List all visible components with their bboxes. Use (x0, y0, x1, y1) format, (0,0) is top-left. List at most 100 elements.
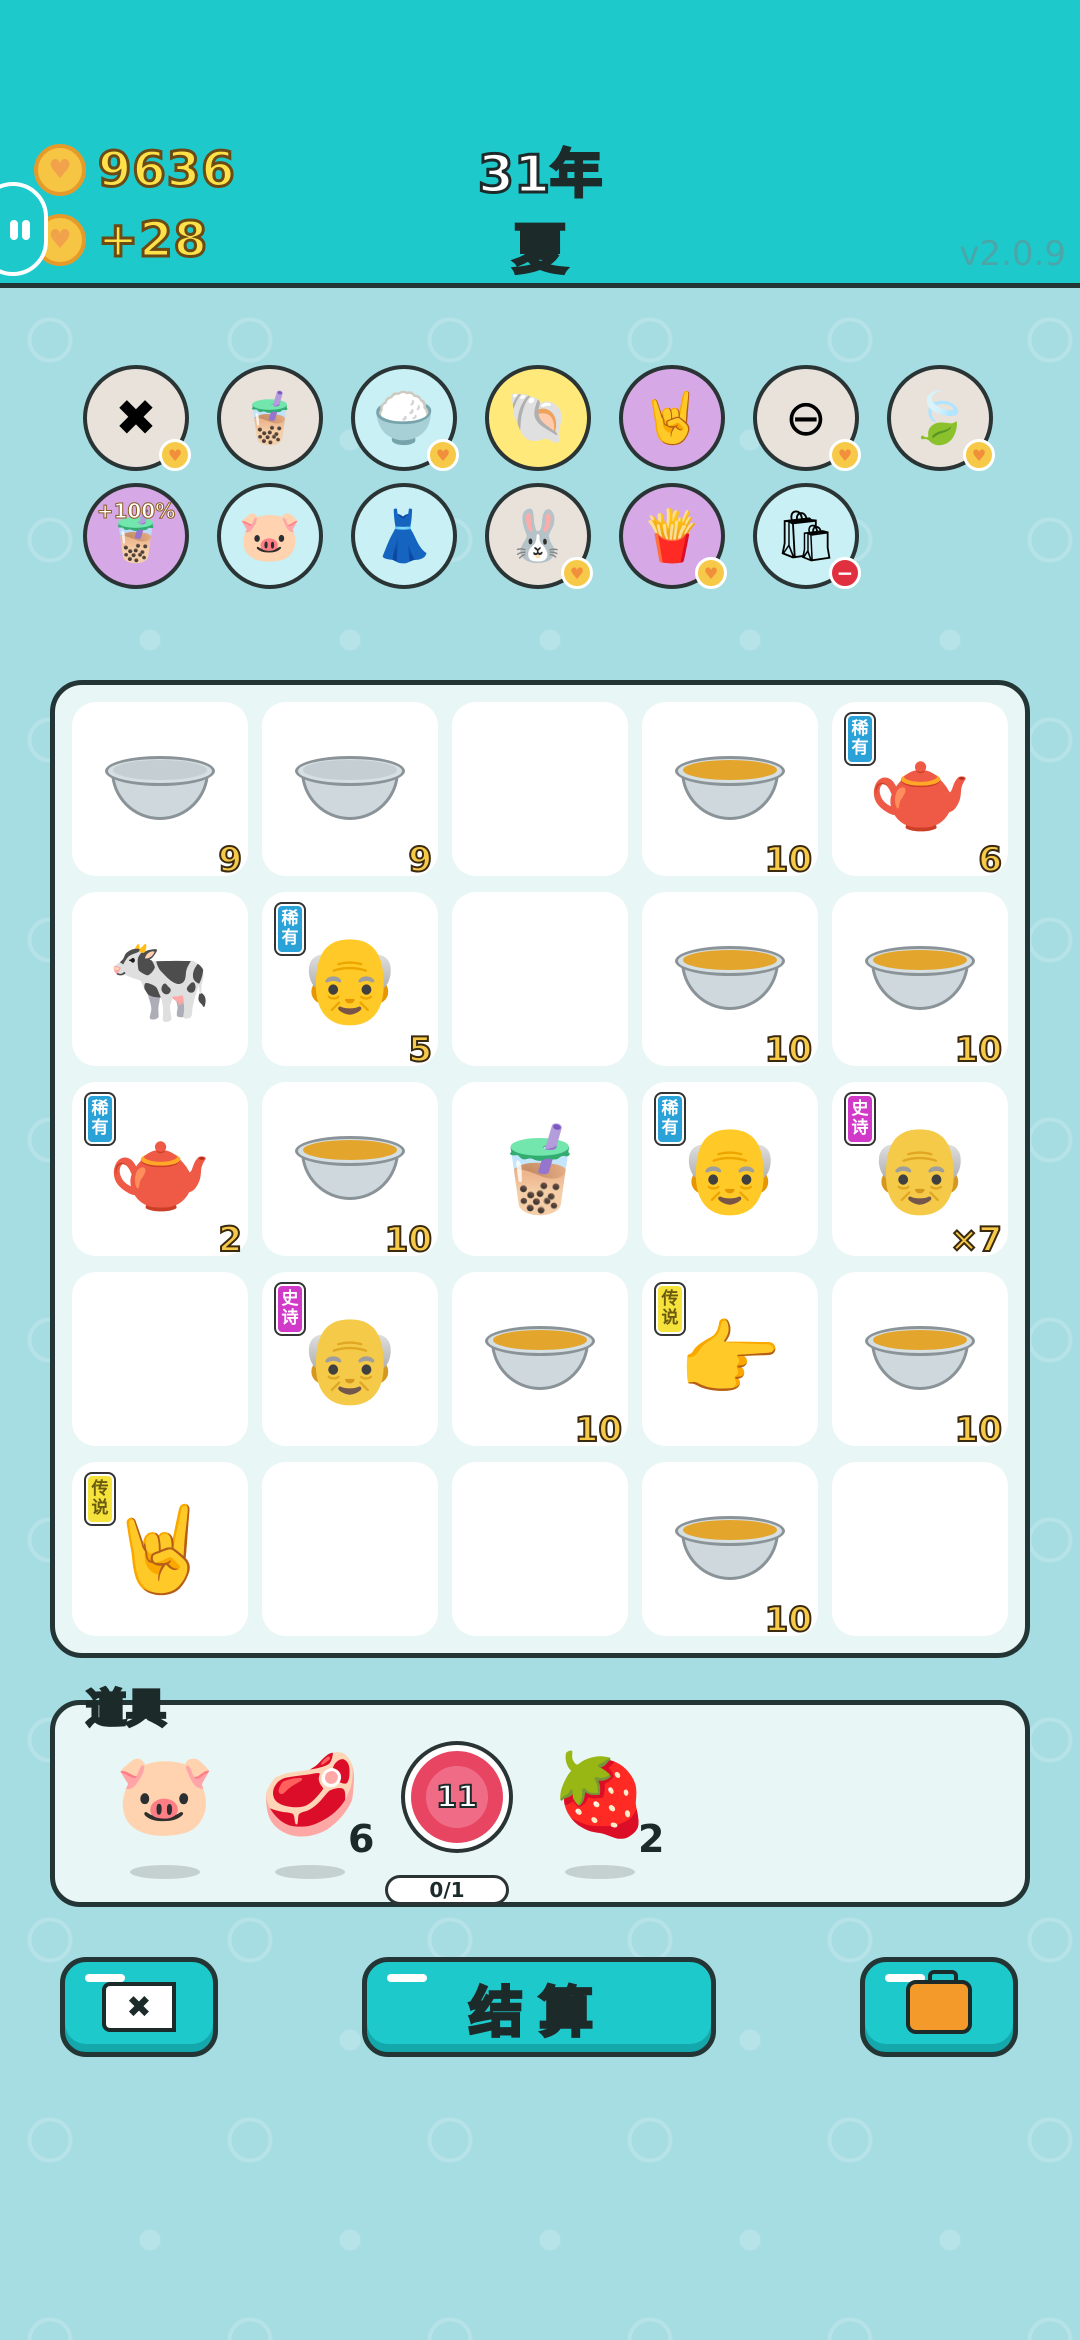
board-cell[interactable]: 10 (642, 702, 818, 881)
slot-board: 9 9 10 🫖 稀有 6 🐄 👴 稀有 5 10 10 🫖 稀有 2 10 🧋 👴 稀有 👴 史诗 ×7 👴 史诗 10 👉 传说… (50, 680, 1030, 1658)
board-cell[interactable]: 🫖 稀有 6 (832, 702, 1008, 881)
board-cell[interactable]: 🐄 (72, 892, 248, 1066)
leaf-icon-glyph: 🍃 (908, 389, 972, 447)
rock-hand-icon: 🤘 (107, 1500, 213, 1598)
liver-prop[interactable]: 🥩 6 (260, 1748, 374, 1879)
rice-bowl-icon[interactable]: 🍚 ♥ (351, 365, 459, 471)
empty-bowl-icon (295, 756, 405, 822)
delete-item-button[interactable]: ✖ (60, 1957, 218, 2057)
teapot-icon: 🫖 (107, 1120, 213, 1218)
soup-bowl-icon (675, 756, 785, 822)
item-count: ×7 (949, 1219, 1003, 1261)
soup-bowl-icon (485, 1326, 595, 1392)
board-cell[interactable]: 9 (262, 702, 438, 881)
trash-bag-icon[interactable]: 🛍 − (753, 483, 861, 589)
soup-bowl-icon (295, 1136, 405, 1202)
rarity-tag: 传说 (86, 1474, 114, 1524)
target-prop[interactable]: 11 0/1 (385, 1745, 509, 1905)
board-cell[interactable]: 🧋 (452, 1082, 628, 1256)
minus-circle-icon[interactable]: ⊖ ♥ (753, 365, 861, 471)
cow-icon: 🐄 (107, 930, 213, 1028)
leaf-icon[interactable]: 🍃 ♥ (887, 365, 995, 471)
board-cell[interactable]: 👴 稀有 5 (262, 892, 438, 1071)
rarity-tag: 稀有 (276, 904, 304, 954)
coin-badge-icon: ♥ (695, 557, 727, 589)
item-count: 2 (217, 1219, 243, 1261)
board-cell[interactable]: 👴 史诗 ×7 (832, 1082, 1008, 1261)
board-cell[interactable] (832, 1462, 1008, 1636)
bubble-tea-boost-icon[interactable]: 🧋 +100% (83, 483, 189, 589)
prop-shadow (274, 1865, 345, 1879)
rabbit-icon[interactable]: 🐰 ♥ (485, 483, 593, 589)
old-man-icon: 👴 (677, 1120, 783, 1218)
board-cell[interactable] (452, 1462, 628, 1636)
skirt-icon[interactable]: 👗 (351, 483, 457, 589)
rabbit-icon-glyph: 🐰 (506, 507, 570, 565)
prop-shadow (564, 1865, 635, 1879)
buff-percent: +100% (96, 499, 176, 524)
board-cell[interactable] (452, 892, 628, 1066)
item-count: 10 (954, 1409, 1003, 1451)
handle-eye-icon (10, 220, 18, 240)
rock-hand-icon[interactable]: 🤘 (619, 365, 725, 471)
board-cell[interactable]: 10 (642, 892, 818, 1071)
board-cell[interactable]: 10 (832, 1272, 1008, 1451)
button-shine (85, 1974, 125, 1982)
bubble-tea-lid-icon[interactable]: 🧋 (217, 365, 323, 471)
board-cell[interactable]: 👴 稀有 (642, 1082, 818, 1256)
liver-prop-icon: 🥩 (260, 1748, 360, 1841)
bag-button[interactable] (860, 1957, 1018, 2057)
soup-bowl-icon (675, 1516, 785, 1582)
board-cell[interactable]: 9 (72, 702, 248, 881)
board-cell[interactable]: 👉 传说 (642, 1272, 818, 1446)
item-count: 9 (217, 839, 243, 881)
board-cell[interactable]: 10 (642, 1462, 818, 1641)
coin-badge-icon: ♥ (829, 439, 861, 471)
board-cell[interactable] (452, 702, 628, 876)
fries-icon-glyph: 🍟 (640, 507, 704, 565)
rice-bowl-icon-glyph: 🍚 (372, 389, 436, 447)
item-count: 6 (977, 839, 1003, 881)
button-shine (387, 1974, 427, 1982)
board-cell[interactable]: 🤘 传说 (72, 1462, 248, 1636)
coin-badge-icon: ♥ (963, 439, 995, 471)
side-menu-handle[interactable] (0, 182, 48, 276)
shell-icon[interactable]: 🐚 (485, 365, 591, 471)
item-count: 10 (764, 1029, 813, 1071)
board-cell[interactable]: 10 (262, 1082, 438, 1261)
skirt-icon-glyph: 👗 (372, 507, 436, 565)
coin-badge-icon: ♥ (159, 439, 191, 471)
target-value: 11 (422, 1762, 492, 1832)
piggy-bank-icon[interactable]: 🐷 (217, 483, 323, 589)
old-man-icon: 👴 (297, 930, 403, 1028)
rarity-tag: 稀有 (656, 1094, 684, 1144)
item-count: 10 (384, 1219, 433, 1261)
board-cell[interactable] (72, 1272, 248, 1446)
fries-icon[interactable]: 🍟 ♥ (619, 483, 727, 589)
piggy-bank-icon-glyph: 🐷 (238, 507, 302, 565)
board-cell[interactable]: 🫖 稀有 2 (72, 1082, 248, 1261)
teapot-icon: 🫖 (867, 740, 973, 838)
soup-bowl-icon (865, 1326, 975, 1392)
season-label: 夏 (512, 217, 569, 283)
handle-eye-icon (22, 220, 30, 240)
version-label: v2.0.9 (959, 234, 1066, 274)
piggy-bank-prop[interactable]: 🐷 (115, 1755, 215, 1879)
rock-hand-icon-glyph: 🤘 (640, 389, 704, 447)
board-cell[interactable]: 👴 史诗 (262, 1272, 438, 1446)
board-cell[interactable]: 10 (832, 892, 1008, 1071)
settle-button[interactable]: 结算 (362, 1957, 716, 2057)
tag-x-icon[interactable]: ✖ ♥ (83, 365, 191, 471)
item-count: 10 (954, 1029, 1003, 1071)
target-icon: 11 (405, 1745, 509, 1849)
bubble-tea-lid-icon-glyph: 🧋 (238, 389, 302, 447)
lychee-prop[interactable]: 🍓 2 (550, 1755, 664, 1879)
prop-count: 6 (348, 1817, 375, 1861)
board-cell[interactable] (262, 1462, 438, 1636)
board-cell[interactable]: 10 (452, 1272, 628, 1451)
trash-bag-icon-glyph: 🛍 (774, 507, 838, 565)
delete-tag-icon: ✖ (102, 1982, 176, 2032)
minus-circle-icon-glyph: ⊖ (785, 389, 827, 447)
soup-bowl-icon (675, 946, 785, 1012)
item-count: 5 (407, 1029, 433, 1071)
